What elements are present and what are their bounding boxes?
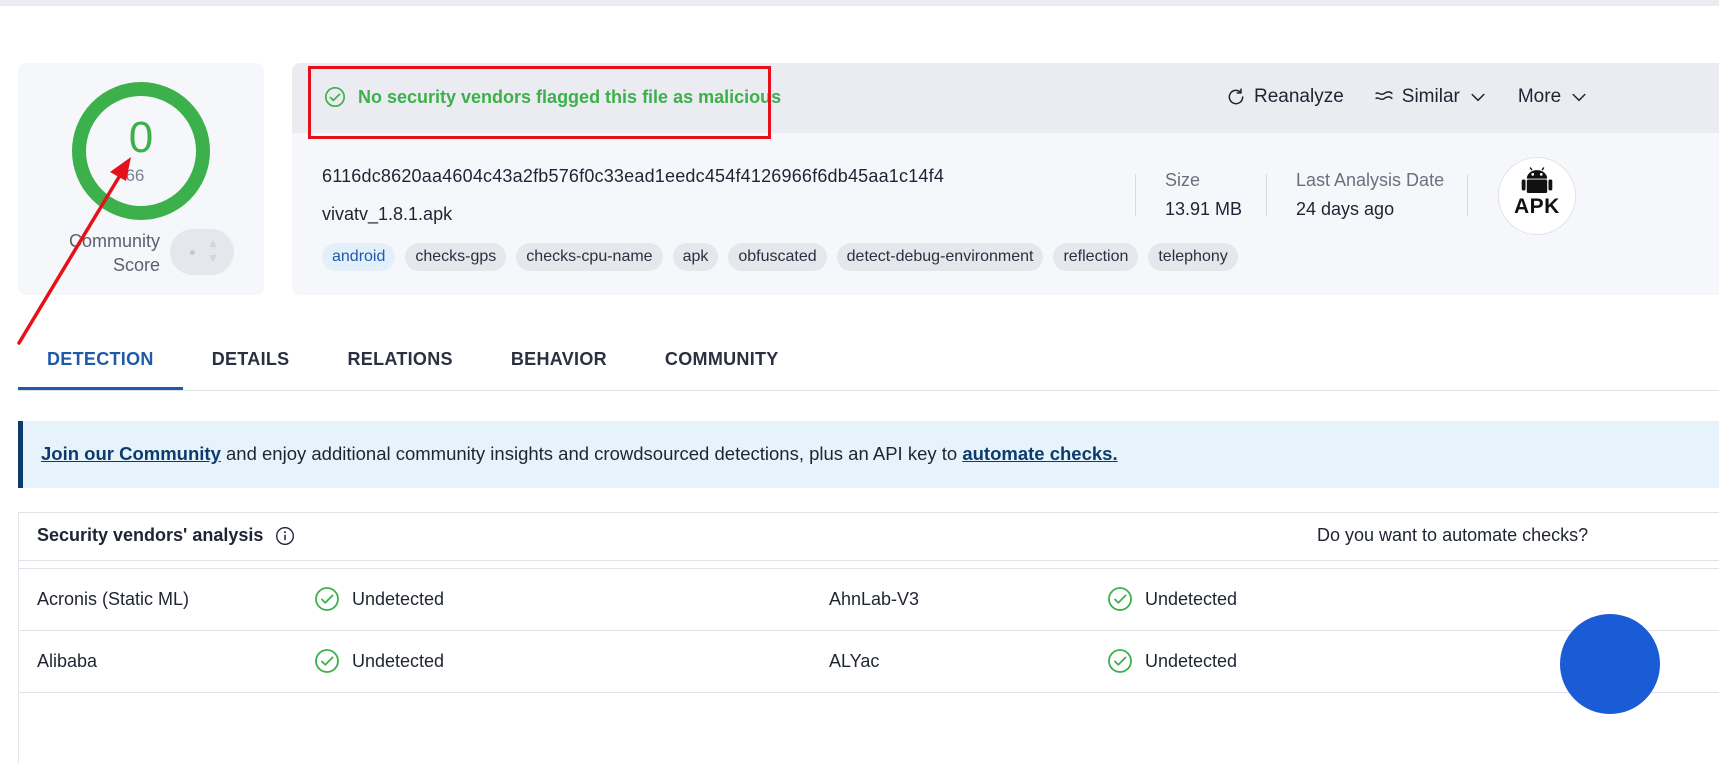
vendor-status: Undetected: [1107, 586, 1237, 612]
community-banner-text: Join our Community and enjoy additional …: [41, 443, 1118, 465]
row-divider: [18, 568, 1719, 569]
vendor-name: Alibaba: [37, 651, 98, 671]
vendors-table: [18, 512, 1719, 763]
check-circle-icon: [1108, 649, 1132, 673]
tab-behavior[interactable]: BEHAVIOR: [482, 340, 636, 390]
similar-label: Similar: [1401, 86, 1460, 107]
check-circle-icon: [315, 587, 339, 611]
tab-community[interactable]: COMMUNITY: [636, 340, 808, 390]
divider: [1467, 174, 1468, 216]
reanalyze-button[interactable]: Reanalyze: [1226, 86, 1344, 108]
refresh-icon: [1228, 88, 1244, 105]
vendor-status: Undetected: [1107, 648, 1237, 674]
join-community-link[interactable]: Join our Community: [41, 443, 221, 464]
vendor-name: ALYac: [829, 651, 880, 671]
vote-arrows-icon[interactable]: ▲ ▼: [207, 236, 219, 266]
tabs-divider: [18, 390, 1719, 391]
more-button[interactable]: More: [1518, 86, 1589, 108]
vendor-name: Acronis (Static ML): [37, 589, 190, 609]
last-analysis-date-value: 24 days ago: [1296, 199, 1395, 219]
last-analysis-date-label: Last Analysis Date: [1296, 170, 1445, 190]
banner-message: and enjoy additional community insights …: [220, 443, 963, 464]
vendors-table-header: Security vendors' analysis: [37, 525, 295, 546]
tag-apk[interactable]: apk: [672, 243, 719, 271]
top-bar: [0, 0, 1719, 6]
action-toolbar: Reanalyze Similar More: [1226, 86, 1589, 108]
detection-score-total: / 66: [116, 166, 145, 185]
divider: [1266, 174, 1267, 216]
size-value: 13.91 MB: [1165, 199, 1243, 219]
file-type-label: APK: [1514, 195, 1560, 218]
chevron-down-icon: [1572, 93, 1586, 102]
automate-checks-prompt[interactable]: Do you want to automate checks?: [1317, 525, 1588, 546]
tag-android[interactable]: android: [322, 243, 396, 271]
tab-detection[interactable]: DETECTION: [18, 340, 183, 390]
similar-button[interactable]: Similar: [1374, 86, 1488, 108]
file-hash[interactable]: 6116dc8620aa4604c43a2fb576f0c33ead1eedc4…: [322, 166, 944, 187]
more-label: More: [1517, 86, 1562, 107]
chat-widget-button[interactable]: [1560, 614, 1660, 714]
tag-telephony[interactable]: telephony: [1148, 243, 1238, 271]
size-label: Size: [1165, 170, 1201, 190]
detection-score-value: 0: [128, 113, 154, 162]
vote-dot-icon: [190, 250, 195, 255]
row-divider: [18, 630, 1719, 631]
file-name: vivatv_1.8.1.apk: [322, 204, 453, 224]
tag-reflection[interactable]: reflection: [1053, 243, 1139, 271]
vendors-title: Security vendors' analysis: [37, 525, 264, 545]
vendor-name: AhnLab-V3: [829, 589, 920, 609]
file-tags: android checks-gps checks-cpu-name apk o…: [322, 243, 1238, 271]
android-icon: [1521, 167, 1553, 194]
reanalyze-label: Reanalyze: [1254, 86, 1344, 107]
divider: [1135, 174, 1136, 216]
check-circle-icon: [315, 649, 339, 673]
similar-icon: [1374, 91, 1393, 101]
report-tabs: DETECTION DETAILS RELATIONS BEHAVIOR COM…: [18, 340, 808, 390]
row-divider: [18, 560, 1719, 561]
info-icon[interactable]: [275, 526, 295, 546]
row-divider: [18, 692, 1719, 693]
tab-details[interactable]: DETAILS: [183, 340, 319, 390]
tab-relations[interactable]: RELATIONS: [318, 340, 481, 390]
tag-checks-cpu-name[interactable]: checks-cpu-name: [516, 243, 663, 271]
check-circle-icon: [1108, 587, 1132, 611]
annotation-highlight-box: [308, 66, 771, 139]
vendor-status: Undetected: [314, 648, 444, 674]
vendor-status: Undetected: [314, 586, 444, 612]
tag-detect-debug-environment[interactable]: detect-debug-environment: [836, 243, 1044, 271]
automate-checks-link[interactable]: automate checks.: [962, 443, 1117, 464]
community-score-label: Community Score: [68, 231, 160, 275]
community-vote-control[interactable]: [170, 229, 234, 275]
chevron-down-icon: [1471, 93, 1485, 102]
tag-checks-gps[interactable]: checks-gps: [405, 243, 507, 271]
tag-obfuscated[interactable]: obfuscated: [728, 243, 827, 271]
